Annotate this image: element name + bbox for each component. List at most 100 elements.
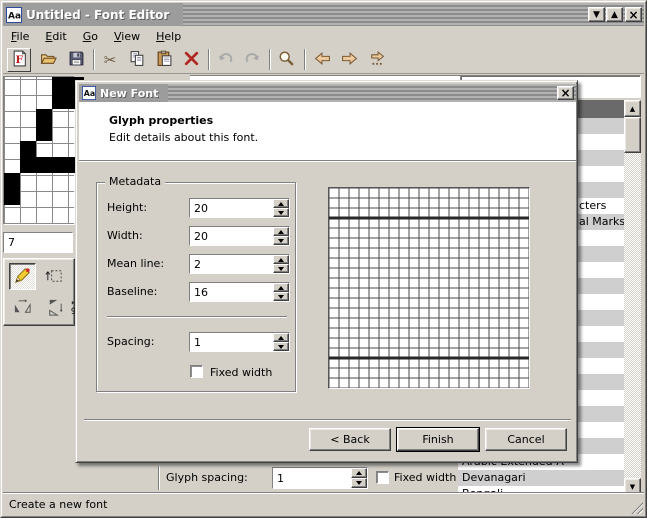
metadata-legend: Metadata [105,175,165,188]
spin-up-button[interactable] [273,227,289,236]
resize-grip[interactable] [630,501,643,514]
font-editor-window: Aa Untitled - Font Editor ▼ ▲ × File Edi… [0,0,647,518]
glyph-pixel[interactable] [4,189,20,205]
menu-item-edit[interactable]: Edit [37,28,74,45]
spacing-label: Spacing: [107,335,154,348]
glyph-pixel[interactable] [36,125,52,141]
cut-button[interactable]: ✂ [98,48,122,72]
dialog-header: Glyph properties Edit details about this… [79,102,576,160]
scroll-track[interactable] [624,117,641,478]
unshade-button[interactable]: ▲ [606,7,623,22]
zoom-button[interactable] [274,48,298,72]
height-spinner [189,198,290,218]
block-list-label: Devanagari [458,470,526,486]
forward-button[interactable] [337,48,361,72]
height-input[interactable] [190,199,273,217]
spin-down-button[interactable] [273,208,289,217]
arrow-right-icon [341,50,358,70]
width-input[interactable] [190,227,273,245]
statusbar: Create a new font [3,494,644,515]
dialog-heading: Glyph properties [109,114,213,127]
spin-up-button[interactable] [273,283,289,292]
dialog-titlebar[interactable]: Aa New Font × [79,84,576,102]
spacing-spinner [189,332,290,352]
glyph-pixel[interactable] [52,93,68,109]
close-button[interactable]: × [625,7,642,22]
scroll-thumb[interactable] [624,117,641,153]
spin-up-button[interactable] [273,333,289,342]
redo-button[interactable] [240,48,264,72]
menu-item-file[interactable]: File [3,28,37,45]
mean-line-spinner [189,254,290,274]
spin-down-button[interactable] [273,342,289,351]
wizard-back-button[interactable]: < Back [309,428,391,451]
pencil-tool-button[interactable] [9,263,36,290]
undo-button[interactable] [213,48,237,72]
baseline-label: Baseline: [107,285,157,298]
svg-text:F: F [15,53,23,66]
glyph-pixel[interactable] [36,157,52,173]
fixed-width-checkbox[interactable] [376,471,389,484]
width-label: Width: [107,229,143,242]
shade-button[interactable]: ▼ [588,7,605,22]
glyph-pixel[interactable] [20,141,36,157]
open-button[interactable] [36,48,60,72]
new-font-icon: F [11,50,28,70]
spin-up-button[interactable] [273,255,289,264]
move-tool-button[interactable] [41,263,68,290]
glyph-pixel[interactable] [36,109,52,125]
spin-down-button[interactable] [273,292,289,301]
height-label: Height: [107,201,147,214]
dialog-close-button[interactable]: × [557,86,574,100]
flip-horizontal-button[interactable] [9,295,36,322]
back-button[interactable] [310,48,334,72]
delete-x-icon [183,50,200,70]
spin-down-button[interactable] [273,236,289,245]
copy-icon [129,50,146,70]
scroll-up-button[interactable]: ▲ [624,100,641,117]
spin-up-button[interactable] [351,468,367,478]
block-list-row[interactable]: Devanagari [458,470,624,486]
flip-horizontal-icon [12,297,33,321]
spacing-input[interactable] [190,333,273,351]
glyph-spacing-label: Glyph spacing: [166,471,248,484]
paste-button[interactable] [152,48,176,72]
glyph-spacing-input[interactable] [273,468,351,488]
glyph-pixel[interactable] [52,77,68,93]
open-folder-icon [40,50,57,70]
app-icon: Aa [6,7,22,23]
spin-up-button[interactable] [273,199,289,208]
menu-item-help[interactable]: Help [148,28,189,45]
scrollbar: ▲ ▼ [624,100,641,495]
copy-button[interactable] [125,48,149,72]
preview-grid [328,187,530,389]
titlebar[interactable]: Aa Untitled - Font Editor ▼ ▲ × [3,3,644,26]
status-text: Create a new font [9,498,107,511]
glyph-pixel[interactable] [52,157,68,173]
glyph-pixel[interactable] [4,173,20,189]
dialog-subheading: Edit details about this font. [109,131,258,144]
menu-item-view[interactable]: View [106,28,148,45]
spin-down-button[interactable] [351,478,367,488]
glyph-pixel[interactable] [20,157,36,173]
baseline-input[interactable] [190,283,273,301]
glyph-grid[interactable] [3,76,75,225]
mean-line-label: Mean line: [107,257,164,270]
spin-down-button[interactable] [273,264,289,273]
baseline-spinner [189,282,290,302]
dialog-fixed-width-checkbox[interactable] [190,365,203,378]
delete-button[interactable] [179,48,203,72]
metadata-separator [107,316,287,318]
dialog-fixed-width-label: Fixed width [210,366,272,379]
go-to-button[interactable] [364,48,388,72]
save-button[interactable] [64,48,88,72]
flip-vertical-icon [44,297,65,321]
save-floppy-icon [68,50,85,70]
wizard-cancel-button[interactable]: Cancel [485,428,567,451]
mean-line-input[interactable] [190,255,273,273]
menu-item-go[interactable]: Go [75,28,106,45]
magnifier-icon [278,50,295,70]
glyph-code-input[interactable] [4,233,72,252]
wizard-finish-button[interactable]: Finish [397,428,479,451]
new-font-button[interactable]: F [7,48,31,72]
